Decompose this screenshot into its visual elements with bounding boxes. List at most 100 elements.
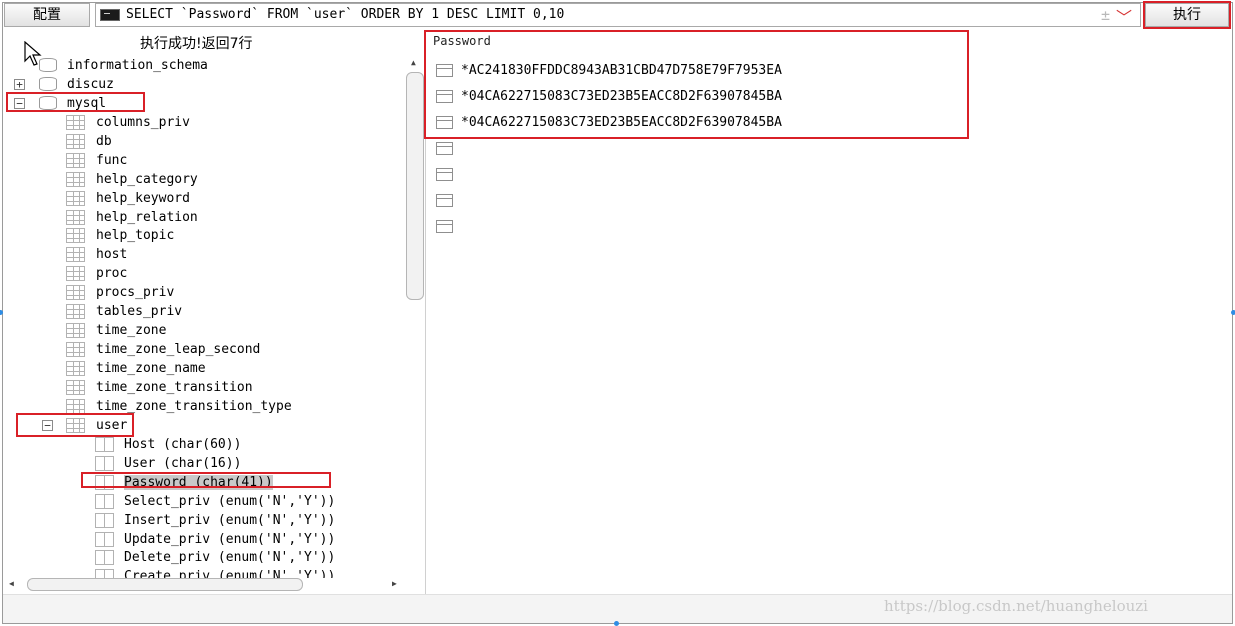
table-name: help_topic [96, 228, 175, 244]
column-icon [95, 437, 114, 452]
column-icon [95, 455, 114, 471]
tree-item-table[interactable]: columns_priv [5, 113, 405, 132]
chevron-down-icon[interactable]: ﹀ [1116, 4, 1132, 28]
result-row[interactable] [436, 191, 956, 211]
annotation-box-user [16, 413, 134, 437]
tree-item-table[interactable]: time_zone_name [5, 359, 405, 378]
column-name: Create_priv (enum('N','Y')) [124, 569, 336, 578]
annotation-box-run [1143, 1, 1231, 29]
tree-item-table[interactable]: tables_priv [5, 302, 405, 321]
plus-minus-icon[interactable]: ± [1101, 6, 1110, 24]
table-name: time_zone_leap_second [96, 341, 261, 357]
column-name: Insert_priv (enum('N','Y')) [124, 512, 336, 528]
status-message: 执行成功!返回7行 [140, 36, 253, 52]
tree-item-table[interactable]: time_zone_transition [5, 378, 405, 397]
tree-item-table[interactable]: func [5, 151, 405, 170]
column-name: Select_priv (enum('N','Y')) [124, 493, 336, 509]
table-name: help_relation [96, 209, 198, 225]
row-icon [436, 168, 453, 181]
row-icon [436, 194, 453, 207]
table-icon [66, 171, 85, 187]
result-row[interactable] [436, 139, 956, 159]
resize-handle-bottom [614, 621, 619, 626]
table-name: func [96, 152, 128, 168]
tree-item-table[interactable]: db [5, 132, 405, 151]
table-icon [66, 379, 85, 395]
console-icon [100, 9, 120, 21]
table-name: proc [96, 266, 128, 282]
table-icon [66, 360, 85, 376]
tree-item-table[interactable]: help_keyword [5, 189, 405, 208]
tree-item-column[interactable]: Host (char(60)) [5, 435, 405, 454]
table-name: help_keyword [96, 190, 190, 206]
annotation-box-results [424, 30, 969, 139]
tree-item-column[interactable]: Delete_priv (enum('N','Y')) [5, 548, 405, 567]
table-name: time_zone_transition_type [96, 398, 292, 414]
table-icon [66, 304, 85, 319]
row-icon [436, 220, 453, 233]
tree-item-column[interactable]: Insert_priv (enum('N','Y')) [5, 511, 405, 530]
column-icon [95, 569, 114, 578]
table-icon [66, 266, 85, 282]
table-name: time_zone [96, 322, 167, 338]
table-icon [66, 228, 85, 244]
result-row[interactable] [436, 217, 956, 237]
tree-item-column[interactable]: Select_priv (enum('N','Y')) [5, 492, 405, 511]
column-name: Update_priv (enum('N','Y')) [124, 531, 336, 547]
column-name: Delete_priv (enum('N','Y')) [124, 550, 336, 566]
table-icon [66, 285, 85, 301]
tree-item-table[interactable]: help_topic [5, 226, 405, 245]
tree-horizontal-scrollbar[interactable]: ◀ ▶ [5, 578, 405, 592]
sql-query-text: SELECT `Password` FROM `user` ORDER BY 1… [126, 7, 565, 22]
row-icon [436, 142, 453, 155]
horizontal-scroll-thumb[interactable] [27, 578, 303, 591]
config-button[interactable]: 配置 [4, 3, 90, 27]
tree-item-table[interactable]: help_category [5, 170, 405, 189]
table-icon [66, 247, 85, 263]
tree-item-column[interactable]: Update_priv (enum('N','Y')) [5, 530, 405, 549]
table-name: help_category [96, 171, 198, 187]
tree-item-information-schema[interactable]: information_schema [5, 56, 405, 75]
expand-icon[interactable]: + [14, 79, 25, 90]
table-icon [66, 398, 85, 414]
table-icon [66, 341, 85, 357]
database-tree: information_schema + discuz − mysql colu… [5, 54, 405, 578]
column-name: User (char(16)) [124, 455, 242, 471]
tree-item-column[interactable]: User (char(16)) [5, 454, 405, 473]
tree-item-table[interactable]: time_zone [5, 321, 405, 340]
vertical-scroll-thumb[interactable] [406, 72, 424, 300]
column-icon [95, 531, 114, 547]
resize-handle-right [1231, 310, 1235, 315]
tree-item-table[interactable]: procs_priv [5, 283, 405, 302]
table-name: host [96, 247, 128, 263]
scroll-up-icon[interactable]: ▲ [411, 58, 416, 67]
scroll-right-icon[interactable]: ▶ [392, 579, 397, 588]
tree-item-table[interactable]: proc [5, 264, 405, 283]
column-icon [95, 512, 114, 528]
table-icon [66, 115, 85, 130]
table-icon [66, 152, 85, 168]
annotation-box-mysql [6, 92, 145, 112]
column-name: Host (char(60)) [124, 437, 242, 452]
sql-query-input[interactable]: SELECT `Password` FROM `user` ORDER BY 1… [95, 3, 1141, 27]
tree-vertical-scrollbar[interactable]: ▲ [406, 56, 424, 576]
tree-item-table[interactable]: help_relation [5, 208, 405, 227]
table-icon [66, 190, 85, 206]
table-name: time_zone_name [96, 360, 206, 376]
table-icon [66, 133, 85, 149]
scroll-left-icon[interactable]: ◀ [9, 579, 14, 588]
table-icon [66, 209, 85, 225]
column-icon [95, 550, 114, 566]
tree-item-column[interactable]: Create_priv (enum('N','Y')) [5, 567, 405, 578]
tree-item-table[interactable]: time_zone_leap_second [5, 340, 405, 359]
column-icon [95, 493, 114, 509]
table-name: tables_priv [96, 304, 183, 319]
table-icon [66, 322, 85, 338]
database-icon [39, 77, 57, 91]
table-name: columns_priv [96, 115, 190, 130]
watermark: https://blog.csdn.net/huanghelouzi [884, 597, 1148, 615]
tree-item-table[interactable]: host [5, 245, 405, 264]
annotation-box-password-column [81, 472, 331, 488]
result-row[interactable] [436, 165, 956, 185]
table-name: procs_priv [96, 285, 175, 301]
